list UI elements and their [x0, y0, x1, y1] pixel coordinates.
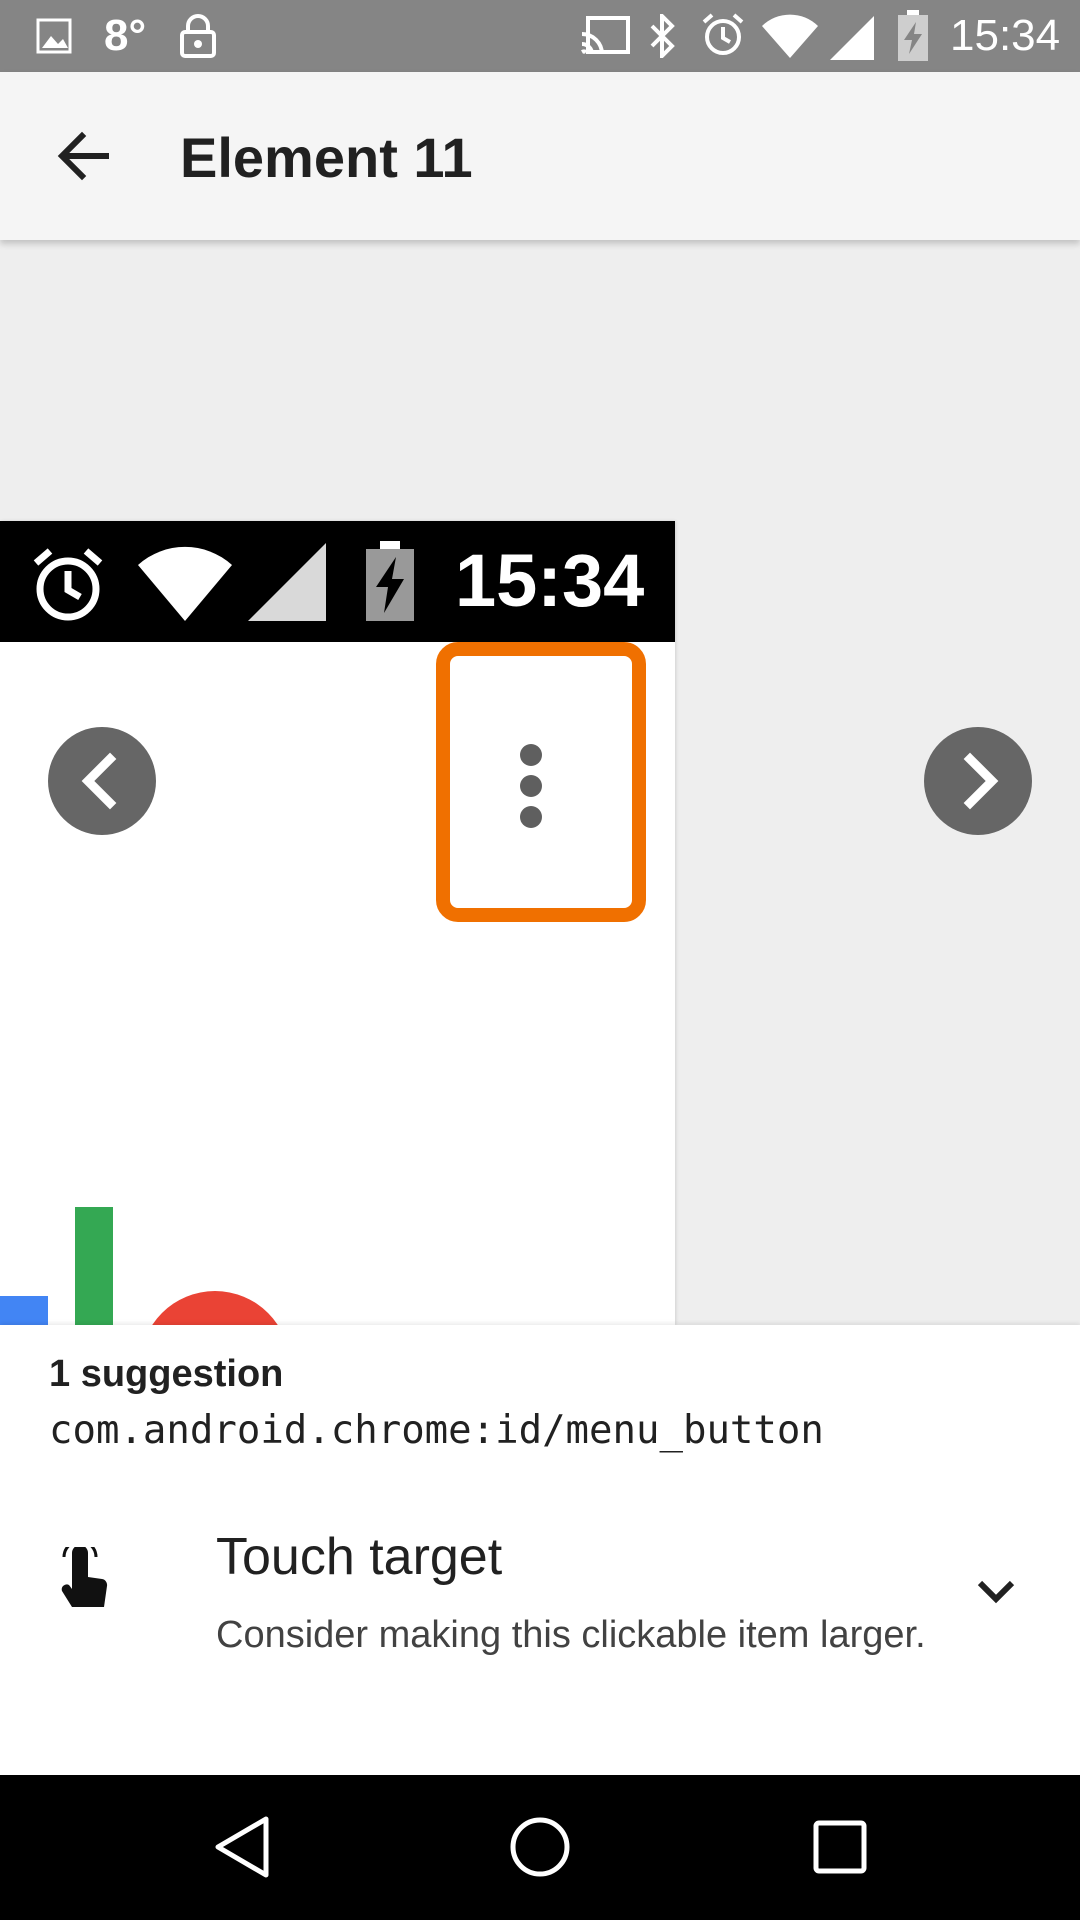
battery-charging-icon: [898, 10, 928, 61]
status-time: 15:34: [950, 11, 1061, 60]
status-bar: 8° 15:34: [0, 0, 1080, 72]
touch-icon: [61, 1547, 108, 1607]
expand-more-icon[interactable]: [974, 1577, 1018, 1607]
logo-red-fragment: [140, 1291, 290, 1325]
previous-element-button[interactable]: [48, 727, 156, 835]
bluetooth-icon: [650, 14, 675, 58]
preview-alarm-icon: [33, 548, 103, 621]
preview-wifi-icon: [138, 546, 232, 621]
back-nav-icon[interactable]: [212, 1815, 272, 1879]
lock-icon: [180, 14, 216, 58]
preview-status-time: 15:34: [455, 539, 645, 622]
home-nav-icon[interactable]: [508, 1815, 572, 1879]
suggestion-title: Touch target: [216, 1528, 503, 1586]
temperature-text: 8°: [104, 11, 147, 60]
signal-icon: [830, 16, 874, 60]
resource-id: com.android.chrome:id/menu_button: [49, 1408, 824, 1453]
arrow-back-icon[interactable]: [48, 120, 120, 192]
cast-icon: [581, 16, 630, 55]
suggestion-description: Consider making this clickable item larg…: [216, 1614, 926, 1656]
logo-blue-fragment: [0, 1296, 48, 1325]
suggestion-count: 1 suggestion: [49, 1353, 284, 1395]
suggestion-item[interactable]: Touch target Consider making this clicka…: [0, 1505, 1080, 1775]
chevron-right-icon: [963, 752, 999, 810]
preview-battery-icon: [366, 541, 414, 621]
recents-nav-icon[interactable]: [812, 1819, 868, 1875]
image-icon: [36, 18, 72, 54]
page-title: Element 11: [180, 126, 473, 189]
chevron-left-icon: [81, 752, 117, 810]
suggestions-sheet: 1 suggestion com.android.chrome:id/menu_…: [0, 1325, 1080, 1775]
wifi-icon: [762, 14, 818, 58]
app-bar: Element 11: [0, 72, 1080, 240]
element-highlight: [436, 642, 646, 922]
navigation-bar: [0, 1775, 1080, 1920]
alarm-icon: [702, 13, 744, 55]
preview-status-bar: 15:34: [0, 521, 675, 642]
logo-green-fragment: [75, 1207, 113, 1325]
next-element-button[interactable]: [924, 727, 1032, 835]
preview-signal-icon: [248, 543, 326, 621]
